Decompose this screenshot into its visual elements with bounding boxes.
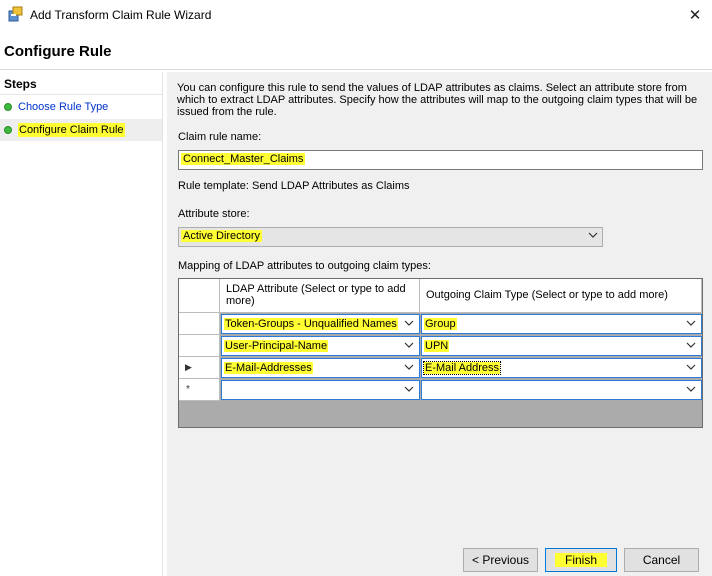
mapping-label: Mapping of LDAP attributes to outgoing c… <box>178 260 431 272</box>
claim-type-value: Group <box>424 318 457 330</box>
chevron-down-icon <box>404 318 414 331</box>
attribute-store-value: Active Directory <box>181 230 263 242</box>
header-divider <box>0 69 712 70</box>
ldap-attribute-combo[interactable]: User-Principal-Name <box>221 336 420 356</box>
row-header-current[interactable]: ▶ <box>179 357 220 379</box>
claim-type-combo[interactable]: E-Mail Address <box>421 358 702 378</box>
ldap-attribute-value: User-Principal-Name <box>224 340 329 352</box>
claim-rule-name-input[interactable]: Connect_Master_Claims <box>178 150 703 170</box>
grid-corner-cell <box>179 279 220 313</box>
finish-button[interactable]: Finish <box>545 548 617 572</box>
window-title: Add Transform Claim Rule Wizard <box>30 8 212 22</box>
step-label: Configure Claim Rule <box>18 123 125 137</box>
step-configure-claim-rule[interactable]: Configure Claim Rule <box>0 119 162 141</box>
description-text: You can configure this rule to send the … <box>177 82 698 118</box>
step-label: Choose Rule Type <box>18 101 109 113</box>
current-row-arrow-icon: ▶ <box>185 362 192 372</box>
claim-type-combo[interactable]: UPN <box>421 336 702 356</box>
chevron-down-icon <box>686 340 696 353</box>
chevron-down-icon <box>404 384 414 397</box>
step-complete-icon <box>4 103 12 111</box>
page-title: Configure Rule <box>4 43 112 60</box>
chevron-down-icon <box>404 362 414 375</box>
row-header[interactable] <box>179 335 220 357</box>
mapping-grid: LDAP Attribute (Select or type to add mo… <box>178 278 703 428</box>
row-header-new[interactable]: * <box>179 379 220 401</box>
claim-type-value: UPN <box>424 340 450 352</box>
column-header-ldap[interactable]: LDAP Attribute (Select or type to add mo… <box>220 279 420 313</box>
steps-title: Steps <box>4 77 37 91</box>
claim-type-combo[interactable] <box>421 380 702 400</box>
chevron-down-icon <box>404 340 414 353</box>
ldap-attribute-value: Token-Groups - Unqualified Names <box>224 318 398 330</box>
ldap-attribute-combo[interactable]: Token-Groups - Unqualified Names <box>221 314 420 334</box>
row-header[interactable] <box>179 313 220 335</box>
claim-rule-name-value: Connect_Master_Claims <box>181 153 306 165</box>
wizard-icon <box>8 6 24 22</box>
ldap-attribute-combo[interactable] <box>221 380 420 400</box>
chevron-down-icon <box>686 318 696 331</box>
chevron-down-icon <box>588 230 598 243</box>
steps-divider <box>0 94 162 95</box>
attribute-store-select[interactable]: Active Directory <box>178 227 603 247</box>
claim-type-value: E-Mail Address <box>423 361 501 375</box>
new-row-asterisk-icon: * <box>186 384 190 395</box>
attribute-store-label: Attribute store: <box>178 208 250 220</box>
ldap-attribute-combo[interactable]: E-Mail-Addresses <box>221 358 420 378</box>
rule-template-text: Rule template: Send LDAP Attributes as C… <box>178 180 410 192</box>
close-icon[interactable]: ✕ <box>680 2 710 28</box>
step-current-icon <box>4 126 12 134</box>
ldap-attribute-value: E-Mail-Addresses <box>224 362 313 374</box>
previous-button[interactable]: < Previous <box>463 548 538 572</box>
chevron-down-icon <box>686 384 696 397</box>
column-header-claim[interactable]: Outgoing Claim Type (Select or type to a… <box>420 279 702 313</box>
claim-type-combo[interactable]: Group <box>421 314 702 334</box>
claim-rule-name-label: Claim rule name: <box>178 131 262 143</box>
step-choose-rule-type[interactable]: Choose Rule Type <box>0 96 162 118</box>
chevron-down-icon <box>686 362 696 375</box>
cancel-button[interactable]: Cancel <box>624 548 699 572</box>
finish-button-label: Finish <box>554 553 607 567</box>
steps-pane <box>0 72 163 576</box>
